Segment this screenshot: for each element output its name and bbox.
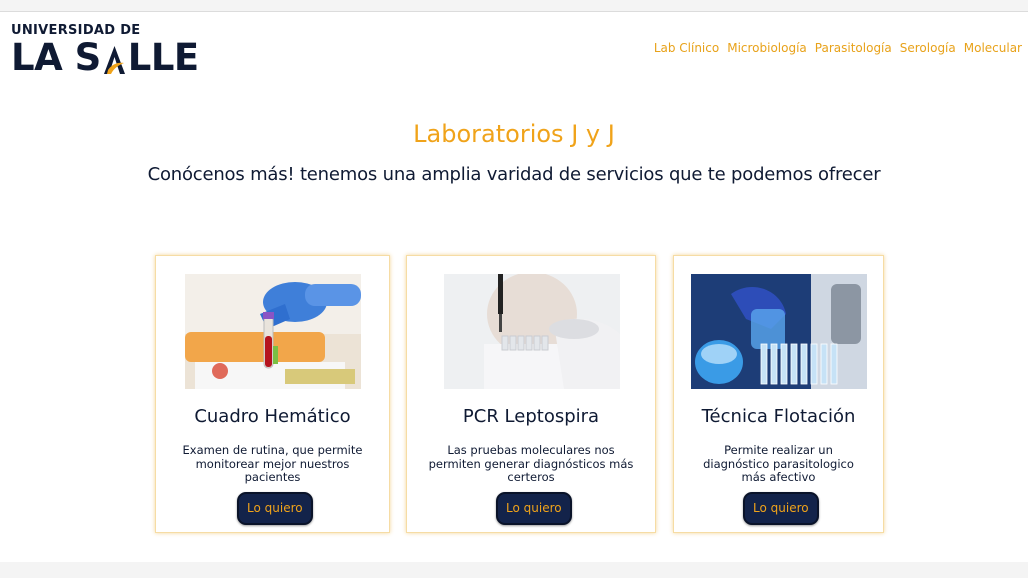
logo-wordmark-left: LA S: [11, 36, 101, 79]
page-title: Laboratorios J y J: [413, 120, 615, 148]
nav-item-parasitologia[interactable]: Parasitología: [815, 41, 892, 55]
nav-item-lab-clinico[interactable]: Lab Clínico: [654, 41, 719, 55]
blood-sample-image: [185, 274, 361, 389]
logo-a-mark-icon: [103, 46, 125, 74]
service-card-tecnica-flotacion: Técnica Flotación Permite realizar un di…: [673, 255, 884, 533]
service-card-cuadro-hematico: Cuadro Hemático Examen de rutina, que pe…: [155, 255, 390, 533]
nav-item-serologia[interactable]: Serología: [900, 41, 956, 55]
lo-quiero-button[interactable]: Lo quiero: [743, 492, 819, 525]
card-title: Cuadro Hemático: [194, 406, 351, 427]
footer-strip: [0, 562, 1028, 578]
logo-wordmark: LA S LLE: [11, 36, 199, 79]
service-card-pcr-leptospira: PCR Leptospira Las pruebas moleculares n…: [406, 255, 656, 533]
card-description: Las pruebas moleculares nos permiten gen…: [428, 443, 634, 484]
nav-item-molecular[interactable]: Molecular: [964, 41, 1022, 55]
university-logo[interactable]: UNIVERSIDAD DE LA S LLE: [11, 24, 199, 79]
card-title: Técnica Flotación: [701, 406, 856, 427]
browser-top-bar: [0, 0, 1028, 12]
page-subtitle: Conócenos más! tenemos una amplia varida…: [147, 164, 881, 185]
card-title: PCR Leptospira: [462, 406, 600, 427]
flotation-lab-image: [691, 274, 867, 389]
lo-quiero-button[interactable]: Lo quiero: [496, 492, 572, 525]
logo-wordmark-right: LLE: [127, 36, 199, 79]
pcr-pipette-image: [444, 274, 620, 389]
nav-item-microbiologia[interactable]: Microbiología: [727, 41, 807, 55]
lo-quiero-button[interactable]: Lo quiero: [237, 492, 313, 525]
card-description: Permite realizar un diagnóstico parasito…: [703, 443, 854, 484]
card-description: Examen de rutina, que permite monitorear…: [182, 443, 363, 484]
main-nav: Lab Clínico Microbiología Parasitología …: [654, 41, 1022, 55]
